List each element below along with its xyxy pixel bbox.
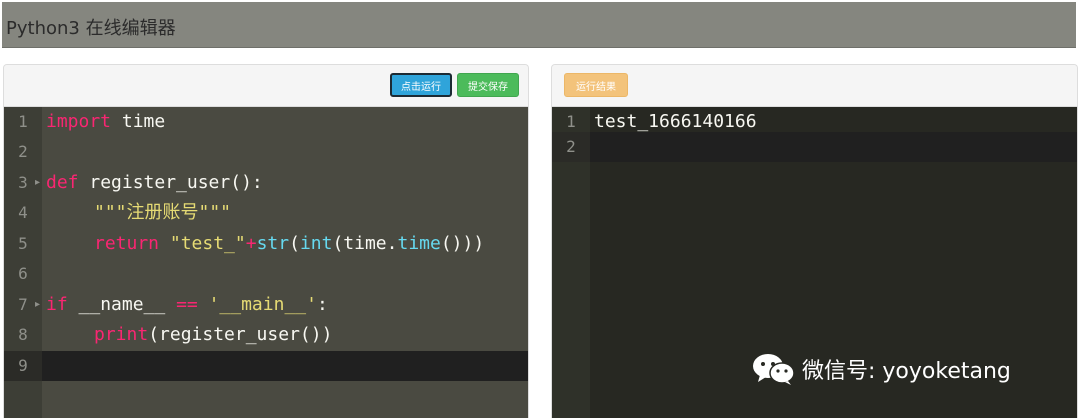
line-number: 2	[18, 142, 28, 161]
save-button[interactable]: 提交保存	[457, 73, 519, 97]
result-button[interactable]: 运行结果	[564, 73, 628, 97]
code-function: int	[299, 233, 333, 254]
code-string: """注册账号"""	[94, 202, 232, 223]
line-number: 5	[18, 234, 28, 253]
output-line-active[interactable]: 2	[552, 132, 1077, 162]
watermark: 微信号: yoyoketang	[752, 352, 1011, 386]
code-text: :	[316, 294, 328, 315]
code-line[interactable]: 5 return "test_"+str(int(time.time()))	[4, 229, 528, 259]
code-line[interactable]: 4 """注册账号"""	[4, 198, 528, 228]
code-keyword: def	[46, 172, 79, 193]
line-number: 1	[18, 112, 28, 131]
code-line[interactable]: 7 ▸ if __name__ == '__main__':	[4, 290, 528, 320]
line-number: 2	[552, 132, 590, 162]
wechat-icon	[752, 352, 796, 386]
code-keyword: import	[46, 111, 112, 132]
code-string: "test_"	[169, 233, 246, 254]
line-number: 8	[18, 325, 28, 344]
code-keyword: return	[94, 233, 160, 254]
code-function: time	[397, 233, 441, 254]
code-text: __name__	[67, 294, 177, 315]
code-text: (register_user())	[148, 324, 333, 345]
fold-arrow-icon[interactable]: ▸	[35, 290, 43, 320]
code-editor[interactable]: 1 import time 2 3 ▸ def register_user():…	[4, 107, 528, 418]
code-line[interactable]: 1 import time	[4, 107, 528, 137]
code-text: ()))	[440, 233, 485, 254]
line-number: 6	[18, 264, 28, 283]
code-text: register_user():	[78, 172, 263, 193]
fold-arrow-icon[interactable]: ▸	[35, 168, 43, 198]
code-function: print	[94, 324, 149, 345]
line-number: 9	[4, 351, 42, 381]
header-bar: Python3 在线编辑器	[2, 2, 1076, 48]
code-line[interactable]: 6	[4, 259, 528, 289]
code-line[interactable]: 8 print(register_user())	[4, 320, 528, 350]
code-string: '__main__'	[197, 294, 317, 315]
line-number: 4	[18, 203, 28, 222]
code-text: (time.	[332, 233, 398, 254]
code-function: str	[256, 233, 290, 254]
code-operator: ==	[176, 294, 198, 315]
page-title: Python3 在线编辑器	[6, 18, 176, 39]
code-operator: +	[245, 233, 257, 254]
code-text: (	[289, 233, 300, 254]
editor-toolbar: 点击运行 提交保存	[4, 65, 528, 107]
run-button[interactable]: 点击运行	[390, 73, 452, 97]
code-line[interactable]: 2	[4, 137, 528, 167]
code-line[interactable]: 3 ▸ def register_user():	[4, 168, 528, 198]
editor-panel: 点击运行 提交保存 1 import time 2 3 ▸ def regist…	[3, 64, 529, 418]
watermark-text: 微信号: yoyoketang	[802, 359, 1011, 384]
code-text: time	[111, 111, 166, 132]
result-toolbar: 运行结果	[552, 65, 1077, 107]
code-keyword: if	[46, 294, 68, 315]
code-line-active[interactable]: 9	[4, 351, 528, 381]
